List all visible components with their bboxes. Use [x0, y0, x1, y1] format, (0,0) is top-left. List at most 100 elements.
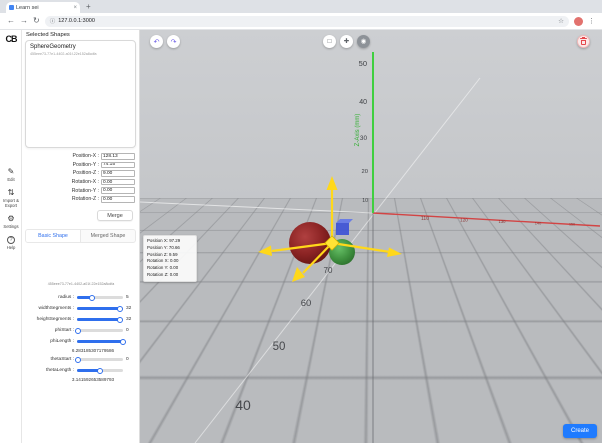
phi-length-value: 6.283185307179586 — [22, 347, 140, 354]
sidebar-item-label: Edit — [7, 177, 14, 182]
tooltip-line: Rotation Y: 0.00 — [147, 265, 193, 272]
x-axis-line — [373, 213, 600, 226]
orbit-view-button[interactable]: ◉ — [357, 35, 370, 48]
sidebar-item-help[interactable]: ? Help — [0, 236, 22, 250]
edit-icon: ✎ — [8, 168, 15, 176]
phi-start-slider[interactable] — [77, 329, 123, 332]
slider-value: 0 — [126, 357, 136, 362]
transform-fields: Position-X : Position-Y : Position-Z : R… — [22, 152, 140, 204]
blue-cube[interactable] — [336, 219, 353, 235]
slider-handle[interactable] — [97, 368, 103, 374]
radius-slider[interactable] — [77, 296, 123, 299]
field-row: Position-X : — [22, 152, 140, 161]
sidebar-item-import-export[interactable]: ⇅ Import & Export — [0, 189, 22, 208]
slider-label: phiLength : — [26, 339, 74, 344]
height-segments-slider-row: heightSegments : 32 — [22, 314, 140, 325]
shape-sliders: radius : 5 widthSegments : 32 heightSegm… — [22, 292, 140, 383]
url-text[interactable]: 127.0.0.1:3000 — [58, 18, 555, 24]
reload-icon[interactable]: ↻ — [33, 17, 40, 25]
new-tab-button[interactable]: + — [86, 2, 91, 11]
theta-length-slider[interactable] — [77, 369, 123, 372]
tooltip-line: Position Y: 70.66 — [147, 245, 193, 252]
slider-handle[interactable] — [120, 339, 126, 345]
position-x-input[interactable] — [101, 153, 135, 160]
slider-handle[interactable] — [75, 328, 81, 334]
profile-avatar[interactable] — [574, 17, 583, 26]
browser-tab-strip: Learn sei × + — [0, 0, 602, 13]
redo-button[interactable]: ↷ — [167, 35, 180, 48]
z-tick-label: 40 — [359, 99, 367, 106]
z-tick-label: 30 — [360, 135, 368, 142]
slider-value: 0 — [126, 328, 136, 333]
phi-length-slider[interactable] — [77, 340, 123, 343]
position-z-input[interactable] — [101, 170, 135, 177]
frame-icon: □ — [328, 38, 332, 45]
rotation-x-input[interactable] — [101, 179, 135, 186]
redo-icon: ↷ — [171, 38, 177, 46]
move-icon: ✚ — [344, 37, 349, 45]
x-tick-label: 140 — [535, 221, 542, 226]
phi-start-slider-row: phiStart : 0 — [22, 325, 140, 336]
sidebar-item-settings[interactable]: ⚙ Settings — [0, 215, 22, 229]
trash-icon — [580, 37, 587, 45]
shape-list-item[interactable]: SphereGeometry — [30, 44, 131, 50]
rotation-y-input[interactable] — [101, 187, 135, 194]
slider-label: phiStart : — [26, 328, 74, 333]
delete-button[interactable] — [577, 35, 590, 48]
browser-menu-icon[interactable]: ⋮ — [588, 17, 595, 25]
slider-value: 5 — [126, 295, 136, 300]
frame-view-button[interactable]: □ — [323, 35, 336, 48]
tab-close-icon[interactable]: × — [73, 5, 77, 11]
tab-merged-shape[interactable]: Merged Shape — [81, 230, 135, 242]
move-view-button[interactable]: ✚ — [340, 35, 353, 48]
axes-overlay: 50 40 30 20 10 Z-Axis (mm) 70 60 50 40 1… — [140, 30, 600, 443]
browser-tab[interactable]: Learn sei × — [6, 2, 80, 13]
x-tick-label: 110 — [421, 216, 429, 222]
tooltip-line: Rotation Z: 0.00 — [147, 272, 193, 279]
selected-shapes-title: Selected Shapes — [26, 32, 70, 38]
browser-toolbar: ← → ↻ ⓘ 127.0.0.1:3000 ☆ ⋮ — [0, 13, 602, 30]
sidebar-item-edit[interactable]: ✎ Edit — [0, 168, 22, 182]
width-segments-slider[interactable] — [77, 307, 123, 310]
slider-handle[interactable] — [117, 306, 123, 312]
viewport-canvas[interactable]: 50 40 30 20 10 Z-Axis (mm) 70 60 50 40 1… — [140, 30, 602, 443]
z-tick-label: 20 — [362, 169, 368, 175]
site-info-icon[interactable]: ⓘ — [50, 17, 56, 25]
undo-icon: ↶ — [154, 38, 160, 46]
height-segments-slider[interactable] — [77, 318, 123, 321]
field-row: Rotation-Y : — [22, 186, 140, 195]
y-tick-label: 50 — [273, 341, 286, 353]
sidebar-item-label: Help — [7, 245, 16, 250]
x-tick-label: 130 — [499, 219, 507, 224]
position-y-input[interactable] — [101, 162, 135, 169]
bookmark-star-icon[interactable]: ☆ — [558, 17, 564, 25]
forward-icon[interactable]: → — [20, 17, 28, 25]
sidebar-item-label: Settings — [3, 224, 18, 229]
slider-value: 32 — [126, 317, 136, 322]
position-tooltip: Position X: 97.29 Position Y: 70.66 Posi… — [143, 235, 197, 282]
shape-panel: Selected Shapes SphereGeometry 455eee73-… — [22, 30, 140, 443]
slider-label: thetaStart : — [26, 357, 74, 362]
import-export-icon: ⇅ — [8, 189, 15, 197]
x-tick-label: 150 — [569, 223, 575, 227]
create-button[interactable]: Create — [563, 424, 597, 438]
slider-handle[interactable] — [89, 295, 95, 301]
z-tick-label: 10 — [362, 198, 368, 204]
undo-button[interactable]: ↶ — [150, 35, 163, 48]
tooltip-line: Position Z: 9.59 — [147, 252, 193, 259]
slider-label: widthSegments : — [26, 306, 74, 311]
tab-favicon-icon — [9, 5, 14, 10]
slider-handle[interactable] — [117, 317, 123, 323]
theta-start-slider[interactable] — [77, 358, 123, 361]
merge-button[interactable]: Merge — [97, 210, 133, 221]
page: Learn sei × + ← → ↻ ⓘ 127.0.0.1:3000 ☆ ⋮… — [0, 0, 602, 443]
rotation-z-input[interactable] — [101, 196, 135, 203]
x-axis-negative-line — [140, 202, 373, 213]
address-bar[interactable]: ⓘ 127.0.0.1:3000 ☆ — [45, 16, 569, 27]
theta-length-slider-row: thetaLength : — [22, 365, 140, 376]
tooltip-line: Position X: 97.29 — [147, 238, 193, 245]
slider-handle[interactable] — [75, 357, 81, 363]
tab-basic-shape[interactable]: Basic Shape — [26, 230, 81, 242]
back-icon[interactable]: ← — [7, 17, 15, 25]
selected-shapes-list[interactable]: SphereGeometry 455eee73-77e1-4402-a01f-2… — [25, 40, 136, 148]
